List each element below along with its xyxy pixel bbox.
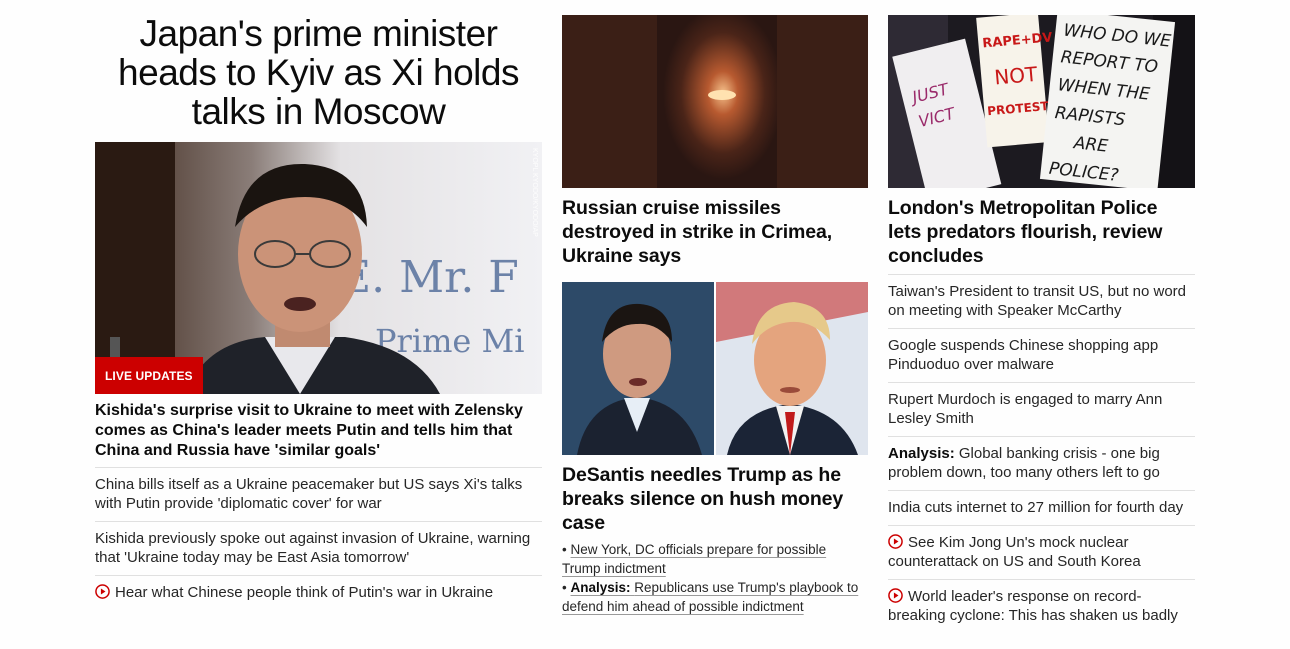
link-text[interactable]: Google suspends Chinese shopping app Pin… xyxy=(888,337,1158,373)
list-item[interactable]: World leader's response on record-breaki… xyxy=(888,579,1195,633)
link-text[interactable]: New York, DC officials prepare for possi… xyxy=(562,542,826,576)
play-circle-icon xyxy=(888,588,903,603)
hero-image[interactable]: .E. Mr. F Prime Mi KYOPL KYODO/KYODO/AP … xyxy=(95,142,542,394)
list-item[interactable]: Rupert Murdoch is engaged to marry Ann L… xyxy=(888,382,1195,436)
analysis-label: Analysis: xyxy=(570,580,631,595)
list-item[interactable]: China bills itself as a Ukraine peacemak… xyxy=(95,467,542,521)
link-text[interactable]: See Kim Jong Un's mock nuclear counterat… xyxy=(888,534,1141,570)
analysis-label: Analysis: xyxy=(888,445,955,462)
play-circle-icon xyxy=(95,584,110,599)
desantis-trump-image[interactable] xyxy=(562,282,868,455)
crimea-story-title[interactable]: Russian cruise missiles destroyed in str… xyxy=(562,196,868,268)
bullet: • xyxy=(562,542,567,557)
play-circle-icon xyxy=(888,534,903,549)
link-text[interactable]: India cuts internet to 27 million for fo… xyxy=(888,499,1183,516)
met-police-story-title[interactable]: London's Metropolitan Police lets predat… xyxy=(888,196,1195,268)
photo-credit: KYOPL KYODO/KYODO/AP xyxy=(531,148,538,237)
link-text[interactable]: Rupert Murdoch is engaged to marry Ann L… xyxy=(888,391,1162,427)
link-text[interactable]: Taiwan's President to transit US, but no… xyxy=(888,283,1186,319)
link-text[interactable]: Hear what Chinese people think of Putin'… xyxy=(115,584,493,601)
list-item[interactable]: See Kim Jong Un's mock nuclear counterat… xyxy=(888,525,1195,579)
list-item[interactable]: Hear what Chinese people think of Putin'… xyxy=(95,575,542,610)
list-item[interactable]: • Analysis: Republicans use Trump's play… xyxy=(562,578,868,616)
list-item[interactable]: Google suspends Chinese shopping app Pin… xyxy=(888,328,1195,382)
list-item[interactable]: Analysis: Global banking crisis - one bi… xyxy=(888,436,1195,490)
link-text[interactable]: Analysis: Republicans use Trump's playbo… xyxy=(562,580,858,614)
lead-story-link[interactable]: Kishida's surprise visit to Ukraine to m… xyxy=(95,401,542,461)
list-item[interactable]: India cuts internet to 27 million for fo… xyxy=(888,490,1195,525)
top-headline[interactable]: Japan's prime minister heads to Kyiv as … xyxy=(95,14,542,131)
desantis-story-title[interactable]: DeSantis needles Trump as he breaks sile… xyxy=(562,463,868,535)
protest-sign-text: NOT xyxy=(993,62,1039,90)
link-text[interactable]: Kishida previously spoke out against inv… xyxy=(95,530,530,566)
protest-image[interactable]: JUST VICT RAPE+DV NOT PROTEST WHO DO WE … xyxy=(888,15,1195,188)
desantis-related-links: • New York, DC officials prepare for pos… xyxy=(562,540,868,616)
link-text[interactable]: World leader's response on record-breaki… xyxy=(888,588,1178,624)
crimea-strike-image[interactable] xyxy=(562,15,868,188)
protest-sign-text: ARE xyxy=(1072,133,1109,157)
live-updates-badge[interactable]: LIVE UPDATES xyxy=(95,357,203,394)
bullet: • xyxy=(562,580,567,595)
list-item[interactable]: • New York, DC officials prepare for pos… xyxy=(562,540,868,578)
related-links-list: China bills itself as a Ukraine peacemak… xyxy=(95,467,542,610)
list-item[interactable]: Taiwan's President to transit US, but no… xyxy=(888,274,1195,328)
list-item[interactable]: Kishida previously spoke out against inv… xyxy=(95,521,542,575)
headline-list: Taiwan's President to transit US, but no… xyxy=(888,274,1195,633)
link-text[interactable]: China bills itself as a Ukraine peacemak… xyxy=(95,476,522,512)
